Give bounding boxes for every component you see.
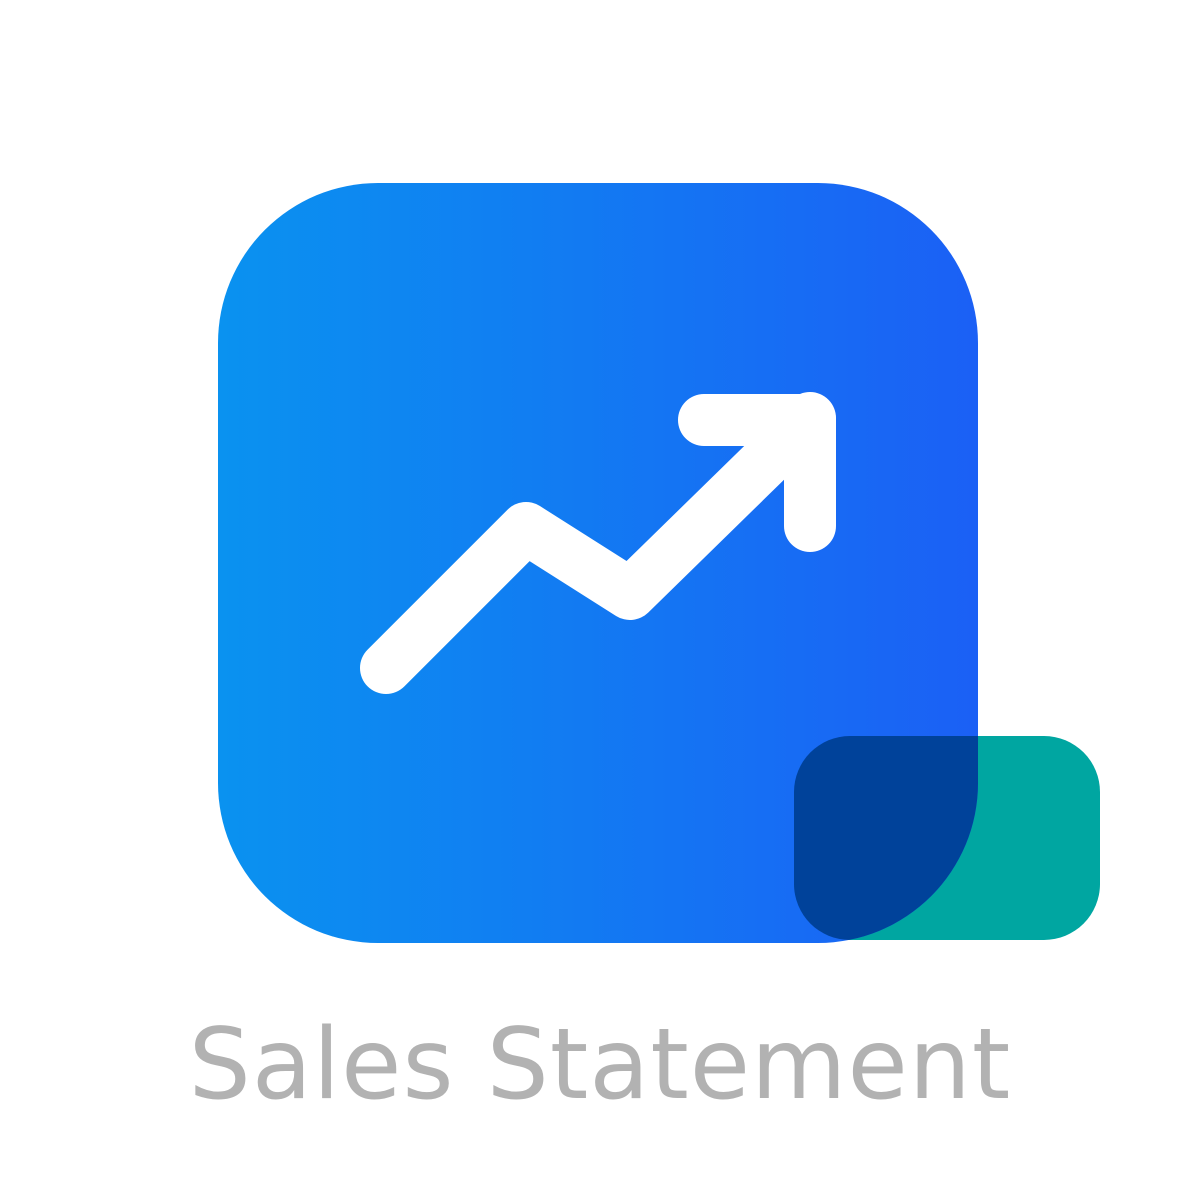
app-name-label: Sales Statement <box>188 1008 1012 1122</box>
app-tile[interactable]: Sales Statement <box>0 0 1200 1200</box>
